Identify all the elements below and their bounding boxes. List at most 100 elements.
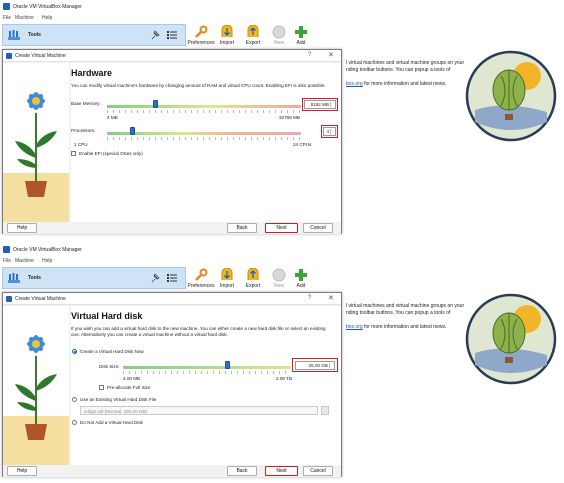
use-existing-label: Use an Existing Virtual Hard Disk File [80, 397, 157, 402]
base-memory-ticks [107, 110, 301, 113]
dialog-titlebar: Create Virtual Machine ? ✕ [3, 293, 341, 305]
disk-size-label: Disk Size: [99, 364, 120, 369]
disk-size-ticks [123, 371, 291, 374]
dialog-titlebar: Create Virtual Machine ? ✕ [3, 50, 341, 62]
tools-item[interactable]: Tools [2, 24, 186, 46]
step-title: Virtual Hard disk [71, 311, 143, 321]
welcome-text-body: l virtual machines and virtual machine g… [346, 60, 465, 73]
menu-file[interactable]: File [3, 15, 11, 21]
balloon-illustration [465, 293, 557, 385]
step-title: Hardware [71, 68, 113, 78]
create-vm-dialog: Create Virtual Machine ? ✕ Virtual Hard … [2, 292, 342, 477]
dialog-title: Create Virtual Machine [15, 296, 66, 302]
screenshot-hard-disk-step: Oracle VM VirtualBox Manager File Machin… [0, 243, 564, 483]
add-button[interactable]: Add [288, 24, 314, 48]
list-icon[interactable] [167, 30, 177, 40]
main-window-title: Oracle VM VirtualBox Manager [13, 247, 82, 253]
add-button[interactable]: Add [288, 267, 314, 291]
enable-efi-label: Enable EFI (special OSes only) [79, 151, 143, 156]
highlight-box-memory [302, 98, 338, 111]
use-existing-radio[interactable] [72, 397, 77, 402]
base-memory-slider-thumb[interactable] [153, 100, 158, 108]
create-disk-radio[interactable] [72, 349, 77, 354]
menu-machine[interactable]: Machine [15, 15, 34, 21]
main-toolbar: Preferences Import Export New Add [188, 24, 318, 48]
choose-disk-button[interactable] [321, 406, 329, 415]
menu-file[interactable]: File [3, 258, 11, 264]
main-toolbar: Preferences Import Export New Add [188, 267, 318, 291]
cancel-button[interactable]: Cancel [303, 223, 333, 233]
disk-size-slider[interactable] [123, 366, 291, 369]
pin-icon[interactable] [151, 273, 160, 283]
dialog-footer: Help Back Next Cancel [3, 222, 341, 234]
main-window-title: Oracle VM VirtualBox Manager [13, 4, 82, 10]
cancel-button[interactable]: Cancel [303, 466, 333, 476]
next-button[interactable]: Next [265, 223, 298, 233]
create-vm-dialog: Create Virtual Machine ? ✕ Hardware You … [2, 49, 342, 234]
welcome-link[interactable]: box.org [346, 324, 363, 330]
balloon-illustration [465, 50, 557, 142]
tools-icon [8, 273, 20, 283]
cpu-max-label: 24 CPUs [293, 142, 312, 147]
processors-slider[interactable] [107, 132, 301, 135]
dialog-footer: Help Back Next Cancel [3, 465, 341, 477]
disk-size-slider-thumb[interactable] [224, 361, 230, 369]
welcome-text-body: l virtual machines and virtual machine g… [346, 303, 465, 316]
tools-item[interactable]: Tools [2, 267, 186, 289]
memory-max-label: 32768 MB [279, 115, 300, 120]
existing-disk-combo[interactable]: indigo.vdi (Normal, 150.00 GB) [80, 406, 318, 415]
virtualbox-logo-icon [6, 53, 12, 59]
add-label: Add [296, 283, 306, 289]
base-memory-label: Base Memory: [71, 101, 101, 106]
welcome-text-tail: for more information and latest news. [364, 324, 447, 330]
back-button[interactable]: Back [227, 223, 257, 233]
export-icon [247, 25, 259, 37]
import-icon [221, 25, 233, 37]
new-icon [272, 25, 286, 39]
menu-help[interactable]: Help [42, 258, 52, 264]
memory-min-label: 4 MB [107, 115, 118, 120]
help-icon[interactable]: ? [308, 52, 311, 58]
highlight-box-processors [321, 125, 338, 138]
disk-max-label: 2.00 TB [276, 376, 293, 381]
close-icon[interactable]: ✕ [328, 51, 334, 59]
preferences-icon [195, 268, 208, 281]
preferences-icon [195, 25, 208, 38]
tools-label: Tools [28, 275, 41, 281]
sunflower-illustration [3, 306, 69, 465]
next-button[interactable]: Next [265, 466, 298, 476]
add-icon [295, 269, 307, 281]
welcome-link[interactable]: box.org [346, 81, 363, 87]
welcome-text: l virtual machines and virtual machine g… [346, 60, 466, 88]
export-icon [247, 268, 259, 280]
back-button[interactable]: Back [227, 466, 257, 476]
welcome-text: l virtual machines and virtual machine g… [346, 303, 466, 331]
help-icon[interactable]: ? [308, 295, 311, 301]
preallocate-checkbox[interactable] [99, 385, 104, 390]
enable-efi-checkbox[interactable] [71, 151, 76, 156]
sunflower-illustration [3, 63, 69, 222]
cpu-min-label: 1 CPU [74, 142, 88, 147]
base-memory-slider[interactable] [107, 105, 301, 108]
pin-icon[interactable] [151, 30, 160, 40]
step-description: You can modify virtual machine's hardwar… [71, 83, 326, 88]
processors-ticks [107, 137, 301, 140]
virtualbox-logo-icon [6, 296, 12, 302]
help-button[interactable]: Help [7, 223, 37, 233]
wizard-page: Hardware You can modify virtual machine'… [71, 63, 341, 222]
step-description: If you wish you can add a virtual hard d… [71, 326, 326, 337]
close-icon[interactable]: ✕ [328, 294, 334, 302]
no-disk-radio[interactable] [72, 420, 77, 425]
menu-machine[interactable]: Machine [15, 258, 34, 264]
processors-slider-thumb[interactable] [129, 127, 135, 135]
highlight-box-disk-size [292, 358, 338, 372]
help-button[interactable]: Help [7, 466, 37, 476]
menu-help[interactable]: Help [42, 15, 52, 21]
welcome-text-tail: for more information and latest news. [364, 81, 447, 87]
virtualbox-logo-icon [3, 3, 10, 10]
list-icon[interactable] [167, 273, 177, 283]
screenshot-hardware-step: Oracle VM VirtualBox Manager File Machin… [0, 0, 564, 240]
disk-min-label: 4.00 MB [123, 376, 141, 381]
main-window-titlebar: Oracle VM VirtualBox Manager [0, 0, 564, 13]
import-icon [221, 268, 233, 280]
